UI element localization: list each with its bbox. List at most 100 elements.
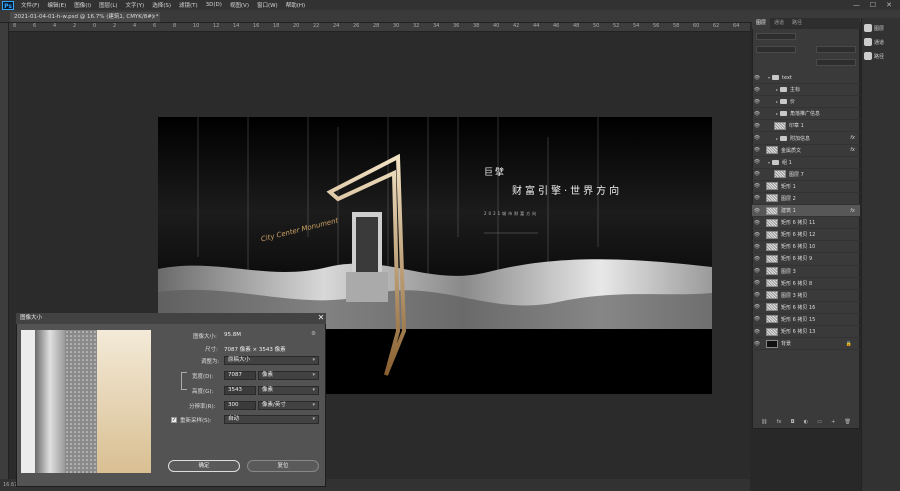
menu-view[interactable]: 视图(V): [226, 1, 253, 9]
new-layer-icon[interactable]: +: [831, 419, 835, 425]
layer-row[interactable]: 👁 矩形 6 拷贝 16: [752, 302, 860, 314]
menu-help[interactable]: 帮助(H): [282, 1, 309, 9]
fx-icon[interactable]: fx: [850, 147, 855, 153]
fx-icon[interactable]: fx: [850, 208, 855, 214]
layer-row[interactable]: 👁 图层 2: [752, 193, 860, 206]
height-input[interactable]: 3543: [224, 386, 256, 395]
width-unit-select[interactable]: 像素 ▾: [258, 371, 319, 380]
menu-image[interactable]: 图像(I): [70, 1, 95, 9]
visibility-eye-icon[interactable]: 👁: [752, 159, 762, 165]
visibility-eye-icon[interactable]: 👁: [752, 87, 762, 93]
visibility-eye-icon[interactable]: 👁: [752, 316, 762, 322]
menu-window[interactable]: 窗口(W): [253, 1, 282, 9]
document-tab[interactable]: 2021-01-04-01-h-w.psd @ 16.7% (建筑1, CMYK…: [10, 12, 160, 22]
fill-input[interactable]: [816, 59, 856, 66]
resample-select[interactable]: 自动 ▾: [224, 415, 319, 424]
constrain-proportions-link-icon[interactable]: [181, 372, 187, 390]
blend-mode-select[interactable]: [756, 46, 796, 53]
layer-row[interactable]: 👁 矩形 6 拷贝 9: [752, 253, 860, 266]
layer-row[interactable]: 👁 矩形 6 拷贝 15: [752, 314, 860, 326]
tab-paths[interactable]: 路径: [788, 18, 806, 29]
layer-filter-select[interactable]: [756, 33, 796, 40]
layer-row[interactable]: 👁 矩形 6 拷贝 11: [752, 217, 860, 230]
layer-row[interactable]: 👁 ▸ 价: [752, 96, 860, 109]
layer-row[interactable]: 👁 矩形 6 拷贝 10: [752, 241, 860, 254]
minimize-button[interactable]: —: [853, 1, 860, 9]
adjustment-icon[interactable]: ◐: [804, 419, 808, 425]
height-unit-select[interactable]: 像素 ▾: [258, 386, 319, 395]
visibility-eye-icon[interactable]: 👁: [752, 304, 762, 310]
layer-row[interactable]: 👁 ▾ text: [752, 72, 860, 85]
visibility-eye-icon[interactable]: 👁: [752, 99, 762, 105]
menu-layer[interactable]: 图层(L): [95, 1, 121, 9]
reset-button[interactable]: 复位: [247, 460, 319, 472]
layer-row[interactable]: 👁 图层 3 拷贝: [752, 290, 860, 302]
visibility-eye-icon[interactable]: 👁: [752, 256, 762, 262]
visibility-eye-icon[interactable]: 👁: [752, 220, 762, 226]
visibility-eye-icon[interactable]: 👁: [752, 195, 762, 201]
visibility-eye-icon[interactable]: 👁: [752, 183, 762, 189]
visibility-eye-icon[interactable]: 👁: [752, 111, 762, 117]
fx-icon[interactable]: fx: [850, 135, 855, 141]
trash-icon[interactable]: 🗑: [844, 419, 850, 425]
resolution-unit-select[interactable]: 像素/英寸 ▾: [258, 401, 319, 410]
menu-3d[interactable]: 3D(D): [202, 2, 226, 8]
layer-row[interactable]: 👁 矩形 1: [752, 181, 860, 193]
group-icon[interactable]: ▭: [817, 419, 822, 425]
visibility-eye-icon[interactable]: 👁: [752, 244, 762, 250]
visibility-eye-icon[interactable]: 👁: [752, 171, 762, 177]
side-item-paths[interactable]: 路径: [864, 52, 884, 60]
tab-layers[interactable]: 图层: [752, 18, 771, 29]
layer-row[interactable]: 👁 金属质文 fx: [752, 145, 860, 157]
layer-thumbnail: [766, 218, 778, 227]
image-preview[interactable]: [21, 330, 151, 473]
width-input[interactable]: 7087: [224, 371, 256, 380]
resolution-input[interactable]: 300: [224, 401, 256, 410]
side-item-layers[interactable]: 图层: [864, 24, 884, 32]
layer-row[interactable]: 👁 印章 1: [752, 120, 860, 133]
layer-row[interactable]: 👁 建筑 1 fx: [752, 205, 860, 218]
visibility-eye-icon[interactable]: 👁: [752, 123, 762, 129]
layer-row[interactable]: 👁 矩形 6 拷贝 13: [752, 326, 860, 339]
visibility-eye-icon[interactable]: 👁: [752, 208, 762, 214]
visibility-eye-icon[interactable]: 👁: [752, 268, 762, 274]
tab-channels[interactable]: 通道: [770, 18, 788, 29]
visibility-eye-icon[interactable]: 👁: [752, 341, 762, 347]
document-tab-close-button[interactable]: ×: [151, 12, 156, 22]
layer-row[interactable]: 👁 ▸ 主标: [752, 84, 860, 97]
visibility-eye-icon[interactable]: 👁: [752, 329, 762, 335]
side-item-channels[interactable]: 通道: [864, 38, 884, 46]
visibility-eye-icon[interactable]: 👁: [752, 147, 762, 153]
menu-filter[interactable]: 滤镜(T): [175, 1, 202, 9]
ruler-tick-label: 20: [293, 23, 300, 29]
dialog-close-button[interactable]: ✕: [316, 313, 326, 324]
visibility-eye-icon[interactable]: 👁: [752, 280, 762, 286]
layer-row[interactable]: 👁 图层 3: [752, 266, 860, 278]
fx-icon[interactable]: fx: [777, 419, 782, 425]
settings-gear-icon[interactable]: ⚙: [311, 331, 316, 337]
close-window-button[interactable]: ✕: [886, 1, 892, 9]
layer-row[interactable]: 👁 ▸ 角落推广信息: [752, 108, 860, 121]
link-icon[interactable]: ⛓: [761, 419, 767, 425]
maximize-button[interactable]: ☐: [870, 1, 876, 9]
layer-row[interactable]: 👁 矩形 6 拷贝 12: [752, 229, 860, 242]
fit-to-select[interactable]: 原稿大小 ▾: [224, 356, 319, 365]
layer-row[interactable]: 👁 ▸ 附加信息 fx: [752, 132, 860, 145]
menu-file[interactable]: 文件(F): [17, 1, 43, 9]
resample-checkbox[interactable]: ✓: [171, 417, 177, 423]
menu-edit[interactable]: 编辑(E): [43, 1, 70, 9]
opacity-input[interactable]: [816, 46, 856, 53]
layer-row[interactable]: 👁 矩形 6 拷贝 8: [752, 278, 860, 290]
layer-name: 图层 2: [781, 195, 796, 202]
visibility-eye-icon[interactable]: 👁: [752, 75, 762, 81]
mask-icon[interactable]: ◘: [791, 419, 795, 425]
layer-row[interactable]: 👁 ▾ 组 1: [752, 157, 860, 169]
menu-select[interactable]: 选择(S): [148, 1, 175, 9]
menu-type[interactable]: 文字(Y): [122, 1, 149, 9]
layer-row[interactable]: 👁 图层 7: [752, 169, 860, 181]
visibility-eye-icon[interactable]: 👁: [752, 232, 762, 238]
layer-row[interactable]: 👁 背景 🔒: [752, 338, 860, 351]
ok-button[interactable]: 确定: [168, 460, 240, 472]
visibility-eye-icon[interactable]: 👁: [752, 292, 762, 298]
visibility-eye-icon[interactable]: 👁: [752, 135, 762, 141]
